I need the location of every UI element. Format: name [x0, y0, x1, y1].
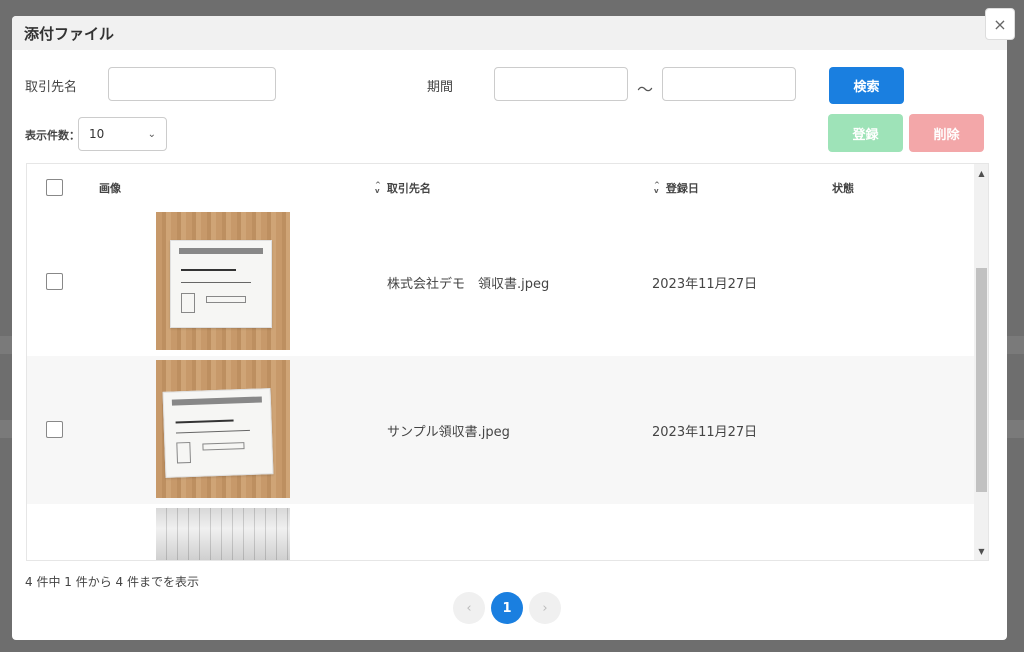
search-button[interactable]: 検索 — [829, 67, 904, 104]
result-summary: 4 件中 1 件から 4 件までを表示 — [25, 575, 199, 589]
column-date[interactable]: ^ v 登録日 — [654, 180, 699, 196]
display-count-select[interactable]: 10 ⌄ — [78, 117, 167, 151]
period-separator: 〜 — [637, 80, 654, 99]
delete-button[interactable]: 削除 — [909, 114, 984, 152]
display-count-value: 10 — [89, 127, 105, 141]
receipt-thumbnail[interactable] — [156, 360, 290, 498]
row-date: 2023年11月27日 — [652, 277, 758, 292]
period-from-input[interactable] — [494, 67, 628, 101]
modal-title: 添付ファイル — [24, 24, 115, 43]
row-client-name: サンプル領収書.jpeg — [387, 425, 510, 440]
sort-icon: ^ v — [375, 181, 381, 195]
sort-icon: ^ v — [654, 181, 660, 195]
register-button[interactable]: 登録 — [828, 114, 903, 152]
prev-page-button[interactable]: ‹ — [453, 592, 485, 624]
column-status: 状態 — [832, 182, 854, 195]
receipt-thumbnail[interactable] — [156, 212, 290, 350]
row-checkbox[interactable] — [46, 421, 63, 438]
scroll-thumb[interactable] — [976, 268, 987, 492]
chevron-right-icon: › — [542, 600, 548, 616]
display-count-label: 表示件数： — [25, 129, 80, 142]
close-icon: × — [993, 14, 1007, 34]
period-label: 期間 — [427, 80, 454, 95]
client-name-input[interactable] — [108, 67, 276, 101]
attachment-modal: 添付ファイル 取引先名 期間 〜 検索 表示件数： 10 ⌄ 登録 削除 画像 … — [12, 16, 1007, 640]
row-date: 2023年11月27日 — [652, 425, 758, 440]
period-to-input[interactable] — [662, 67, 796, 101]
select-all-checkbox[interactable] — [46, 179, 63, 196]
chevron-left-icon: ‹ — [466, 600, 472, 616]
column-image: 画像 — [99, 182, 121, 195]
close-button[interactable]: × — [985, 8, 1015, 40]
table-header: 画像 ^ v 取引先名 ^ v 登録日 状態 — [27, 164, 974, 210]
table-row[interactable] — [27, 504, 974, 560]
row-client-name: 株式会社デモ 領収書.jpeg — [387, 277, 550, 292]
page-button[interactable]: 1 — [491, 592, 523, 624]
next-page-button[interactable]: › — [529, 592, 561, 624]
table-scrollbar[interactable]: ▲ ▼ — [974, 164, 988, 560]
table-row[interactable]: 株式会社デモ 領収書.jpeg 2023年11月27日 — [27, 210, 974, 356]
document-thumbnail[interactable] — [156, 508, 290, 560]
attachment-table: 画像 ^ v 取引先名 ^ v 登録日 状態 株式会社デモ 領収書.jpeg 2… — [26, 163, 989, 561]
column-client[interactable]: ^ v 取引先名 — [375, 180, 431, 196]
scroll-up-icon[interactable]: ▲ — [974, 166, 988, 181]
row-checkbox[interactable] — [46, 273, 63, 290]
modal-header: 添付ファイル — [12, 16, 1007, 50]
scroll-down-icon[interactable]: ▼ — [974, 544, 988, 559]
table-row[interactable]: サンプル領収書.jpeg 2023年11月27日 — [27, 356, 974, 504]
client-name-label: 取引先名 — [25, 80, 78, 95]
chevron-down-icon: ⌄ — [147, 128, 156, 140]
